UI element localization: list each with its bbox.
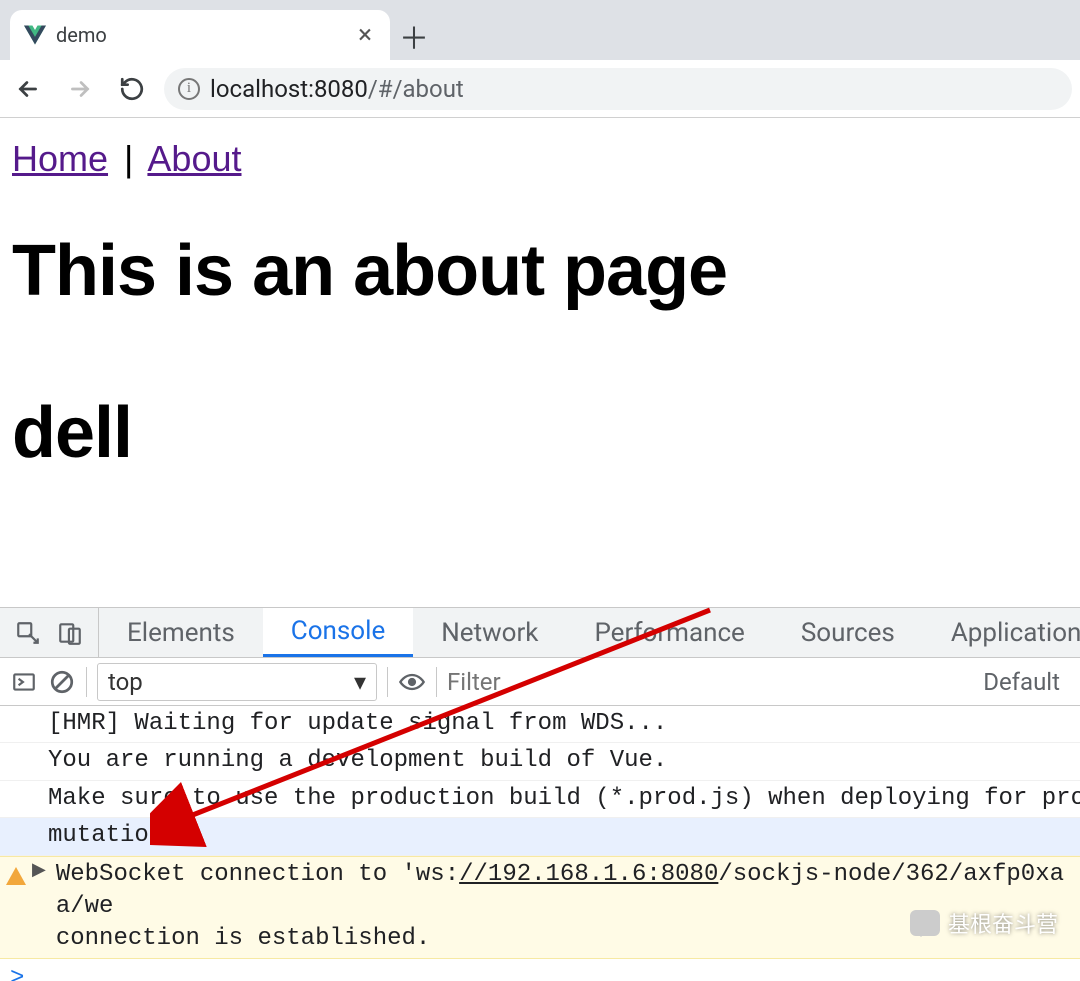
browser-toolbar: i localhost:8080/#/about bbox=[0, 60, 1080, 118]
router-nav: Home | About bbox=[12, 138, 1068, 180]
devtools-tab-application[interactable]: Application bbox=[923, 608, 1080, 657]
devtools-tab-console[interactable]: Console bbox=[263, 608, 413, 657]
console-filter-input[interactable] bbox=[447, 668, 973, 696]
page-content: Home | About This is an about page dell bbox=[0, 118, 1080, 474]
reload-button[interactable] bbox=[112, 69, 152, 109]
devtools-tab-network[interactable]: Network bbox=[413, 608, 566, 657]
devtools-tab-performance[interactable]: Performance bbox=[566, 608, 772, 657]
disclosure-triangle-icon[interactable]: ▶ bbox=[32, 859, 50, 883]
console-row[interactable]: You are running a development build of V… bbox=[0, 743, 1080, 780]
devtools-tab-sources[interactable]: Sources bbox=[773, 608, 923, 657]
tab-strip: demo × ＋ bbox=[0, 0, 1080, 60]
devtools-tab-elements[interactable]: Elements bbox=[99, 608, 263, 657]
inspect-icon[interactable] bbox=[14, 619, 42, 647]
nav-separator: | bbox=[118, 138, 139, 179]
console-row-mutation[interactable]: mutation bbox=[0, 818, 1080, 855]
new-tab-button[interactable]: ＋ bbox=[390, 12, 438, 60]
forward-button[interactable] bbox=[60, 69, 100, 109]
chevron-down-icon: ▾ bbox=[354, 668, 366, 696]
clear-console-icon[interactable] bbox=[48, 668, 76, 696]
browser-tab[interactable]: demo × bbox=[10, 10, 390, 60]
page-title: This is an about page bbox=[12, 230, 1068, 312]
nav-link-about[interactable]: About bbox=[147, 138, 241, 179]
watermark-text: 基根奋斗营 bbox=[948, 907, 1058, 939]
console-row[interactable]: Make sure to use the production build (*… bbox=[0, 781, 1080, 818]
log-levels-selector[interactable]: Default bbox=[983, 668, 1070, 696]
site-info-icon[interactable]: i bbox=[178, 78, 200, 100]
address-bar[interactable]: i localhost:8080/#/about bbox=[164, 68, 1072, 110]
vue-favicon bbox=[24, 24, 46, 46]
live-expression-icon[interactable] bbox=[398, 668, 426, 696]
console-prompt[interactable]: > bbox=[0, 959, 1080, 981]
url-text: localhost:8080/#/about bbox=[210, 75, 464, 103]
wechat-icon bbox=[910, 910, 940, 936]
page-subtitle: dell bbox=[12, 392, 1068, 474]
devtools-tabstrip: Elements Console Network Performance Sou… bbox=[0, 608, 1080, 658]
console-row[interactable]: [HMR] Waiting for update signal from WDS… bbox=[0, 706, 1080, 743]
toggle-sidebar-icon[interactable] bbox=[10, 668, 38, 696]
device-toggle-icon[interactable] bbox=[56, 619, 84, 647]
tab-title: demo bbox=[56, 23, 344, 47]
nav-link-home[interactable]: Home bbox=[12, 138, 108, 179]
warning-icon bbox=[6, 867, 26, 885]
watermark: 基根奋斗营 bbox=[910, 907, 1058, 939]
console-toolbar: top ▾ Default bbox=[0, 658, 1080, 706]
back-button[interactable] bbox=[8, 69, 48, 109]
tab-close-icon[interactable]: × bbox=[354, 20, 376, 50]
context-selector[interactable]: top ▾ bbox=[97, 663, 377, 701]
